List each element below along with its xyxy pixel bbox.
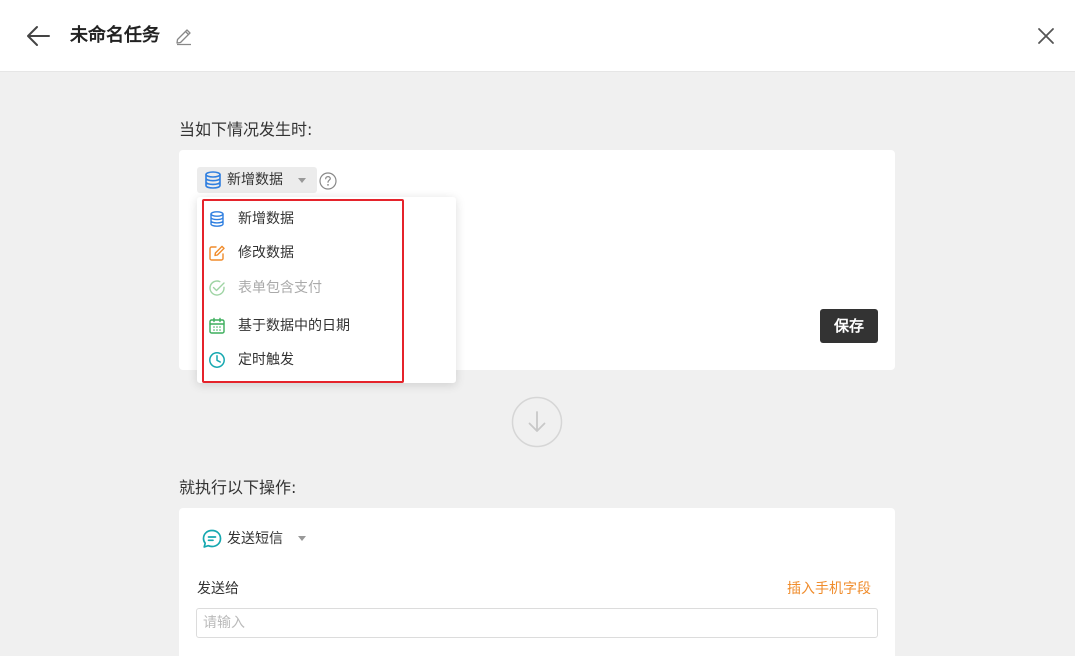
edit-title-icon[interactable] bbox=[174, 26, 194, 46]
chevron-down-icon bbox=[298, 536, 306, 541]
message-icon bbox=[202, 529, 222, 548]
help-icon[interactable] bbox=[319, 172, 337, 190]
check-circle-icon bbox=[209, 280, 225, 296]
action-type-select[interactable]: 发送短信 bbox=[200, 526, 315, 552]
dropdown-item-label: 基于数据中的日期 bbox=[238, 318, 350, 334]
database-icon bbox=[205, 171, 221, 189]
calendar-icon bbox=[209, 317, 225, 334]
dropdown-item-label: 修改数据 bbox=[238, 245, 294, 261]
dropdown-item-scheduled[interactable]: 定时触发 bbox=[205, 345, 401, 375]
page-title: 未命名任务 bbox=[70, 25, 160, 46]
insert-phone-field-link[interactable]: 插入手机字段 bbox=[787, 580, 871, 598]
save-button[interactable]: 保存 bbox=[820, 309, 878, 343]
arrow-down-circle-icon bbox=[511, 396, 563, 448]
action-selected-label: 发送短信 bbox=[227, 531, 283, 547]
trigger-section-label: 当如下情况发生时: bbox=[179, 120, 313, 139]
recipient-input[interactable] bbox=[196, 608, 878, 638]
trigger-selected-label: 新增数据 bbox=[227, 172, 283, 188]
recipient-label: 发送给 bbox=[197, 581, 239, 597]
clock-icon bbox=[209, 352, 225, 368]
dropdown-item-label: 新增数据 bbox=[238, 211, 294, 227]
dropdown-item-add-data[interactable]: 新增数据 bbox=[205, 204, 401, 234]
edit-icon bbox=[209, 245, 225, 261]
back-arrow-icon[interactable] bbox=[24, 22, 52, 50]
chevron-down-icon bbox=[298, 178, 306, 183]
database-icon bbox=[210, 211, 224, 227]
action-section-label: 就执行以下操作: bbox=[179, 478, 297, 497]
header-bar: 未命名任务 bbox=[0, 0, 1075, 72]
dropdown-item-label: 定时触发 bbox=[238, 352, 294, 368]
dropdown-item-date-based[interactable]: 基于数据中的日期 bbox=[205, 311, 401, 341]
trigger-type-select[interactable]: 新增数据 bbox=[197, 167, 317, 193]
dropdown-item-form-payment: 表单包含支付 bbox=[205, 273, 401, 303]
dropdown-item-label: 表单包含支付 bbox=[238, 280, 322, 296]
dropdown-item-edit-data[interactable]: 修改数据 bbox=[205, 238, 401, 268]
close-icon[interactable] bbox=[1035, 25, 1057, 47]
